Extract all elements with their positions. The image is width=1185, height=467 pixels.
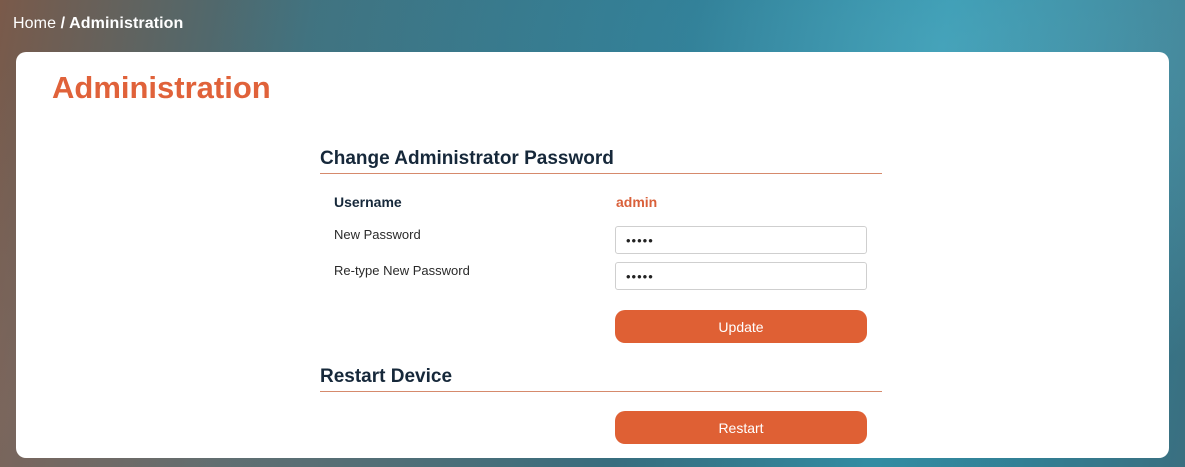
retype-password-input[interactable] xyxy=(615,262,867,290)
restart-button[interactable]: Restart xyxy=(615,411,867,444)
breadcrumb-current: Administration xyxy=(69,15,184,32)
breadcrumb-separator: / xyxy=(56,15,70,32)
new-password-label: New Password xyxy=(334,227,421,242)
breadcrumb-home-link[interactable]: Home xyxy=(13,15,56,32)
breadcrumb: Home / Administration xyxy=(13,15,183,33)
username-value: admin xyxy=(616,194,658,210)
username-label: Username xyxy=(334,194,402,210)
change-password-heading: Change Administrator Password xyxy=(320,148,882,174)
content-panel: Administration Change Administrator Pass… xyxy=(16,52,1169,458)
restart-heading: Restart Device xyxy=(320,366,882,392)
update-button[interactable]: Update xyxy=(615,310,867,343)
page-title: Administration xyxy=(52,70,271,105)
new-password-input[interactable] xyxy=(615,226,867,254)
restart-section: Restart Device Restart xyxy=(320,366,882,444)
retype-password-label: Re-type New Password xyxy=(334,263,470,278)
change-password-section: Change Administrator Password Username a… xyxy=(320,148,882,343)
